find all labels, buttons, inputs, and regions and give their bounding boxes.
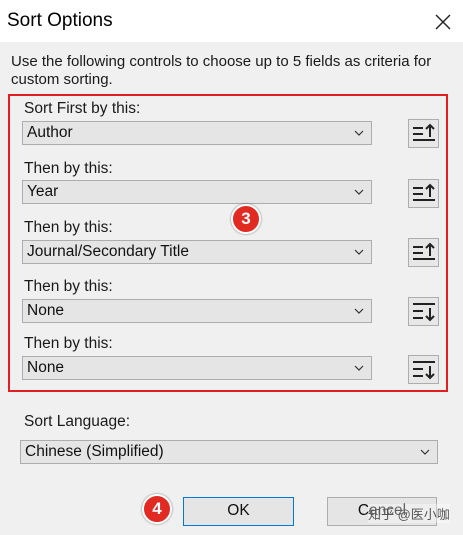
sort-ascending-button-3[interactable] bbox=[408, 238, 439, 267]
sort-label-2: Then by this: bbox=[24, 160, 113, 177]
sort-field-select-5[interactable]: None bbox=[22, 356, 372, 380]
sort-label-1: Sort First by this: bbox=[24, 100, 141, 117]
sort-field-value-1: Author bbox=[27, 124, 73, 141]
sort-field-value-3: Journal/Secondary Title bbox=[27, 243, 189, 260]
sort-descending-button-4[interactable] bbox=[408, 297, 439, 326]
sort-field-select-1[interactable]: Author bbox=[22, 121, 372, 145]
chevron-down-icon bbox=[420, 449, 430, 455]
sort-ascending-button-2[interactable] bbox=[408, 179, 439, 208]
chevron-down-icon bbox=[354, 130, 364, 136]
sort-language-select[interactable]: Chinese (Simplified) bbox=[20, 440, 438, 464]
sort-ascending-icon bbox=[413, 123, 435, 141]
chevron-down-icon bbox=[354, 308, 364, 314]
chevron-down-icon bbox=[354, 189, 364, 195]
sort-label-5: Then by this: bbox=[24, 335, 113, 352]
close-icon bbox=[435, 14, 451, 30]
ok-button[interactable]: OK bbox=[183, 497, 294, 526]
sort-label-3: Then by this: bbox=[24, 219, 113, 236]
sort-field-value-2: Year bbox=[27, 183, 59, 200]
watermark: 知乎 @医小咖 bbox=[368, 504, 450, 523]
sort-field-value-4: None bbox=[27, 302, 65, 319]
sort-language-value: Chinese (Simplified) bbox=[25, 443, 164, 460]
sort-descending-button-5[interactable] bbox=[408, 355, 439, 384]
sort-field-select-2[interactable]: Year bbox=[22, 180, 372, 204]
dialog-title: Sort Options bbox=[7, 10, 113, 31]
close-button[interactable] bbox=[428, 8, 456, 36]
sort-field-value-5: None bbox=[27, 359, 65, 376]
annotation-badge-3: 3 bbox=[231, 204, 261, 234]
sort-field-select-4[interactable]: None bbox=[22, 299, 372, 323]
chevron-down-icon bbox=[354, 249, 364, 255]
chevron-down-icon bbox=[354, 365, 364, 371]
sort-language-label: Sort Language: bbox=[24, 413, 131, 430]
sort-label-4: Then by this: bbox=[24, 278, 113, 295]
sort-ascending-icon bbox=[413, 242, 435, 260]
sort-ascending-icon bbox=[413, 183, 435, 201]
dialog-description: Use the following controls to choose up … bbox=[11, 53, 432, 88]
sort-ascending-button-1[interactable] bbox=[408, 119, 439, 148]
sort-descending-icon bbox=[413, 303, 435, 322]
annotation-badge-4: 4 bbox=[142, 494, 172, 524]
title-bar: Sort Options bbox=[0, 0, 463, 42]
sort-field-select-3[interactable]: Journal/Secondary Title bbox=[22, 240, 372, 264]
sort-descending-icon bbox=[413, 361, 435, 380]
